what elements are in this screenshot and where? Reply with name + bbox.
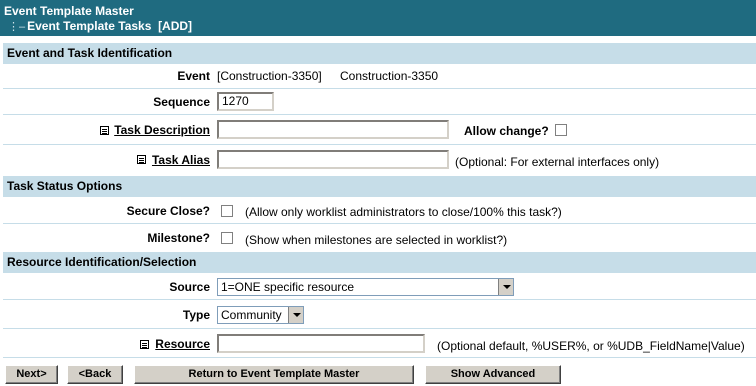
task-description-link[interactable]: Task Description <box>114 123 210 137</box>
chevron-down-icon[interactable] <box>288 307 303 323</box>
return-to-master-button[interactable]: Return to Event Template Master <box>134 365 414 384</box>
next-button[interactable]: Next> <box>5 365 58 384</box>
event-label: Event <box>177 69 210 83</box>
page-subtitle: ⋮– Event Template Tasks [ADD] <box>8 19 192 33</box>
tree-connector-icon: ⋮– <box>8 21 26 33</box>
section-header-identification: Event and Task Identification <box>3 42 756 63</box>
list-lookup-icon[interactable] <box>100 126 109 135</box>
page-title: Event Template Master <box>4 4 134 18</box>
event-name: Construction-3350 <box>340 69 439 83</box>
sequence-input[interactable]: 1270 <box>217 92 274 111</box>
section-header-resource: Resource Identification/Selection <box>3 251 756 272</box>
type-label: Type <box>182 308 210 322</box>
resource-input[interactable] <box>217 334 425 353</box>
secure-close-note: (Allow only worklist administrators to c… <box>245 205 562 219</box>
task-description-input[interactable] <box>217 120 449 139</box>
sequence-row: Sequence 1270 <box>3 88 756 114</box>
type-select[interactable]: Community <box>217 306 304 324</box>
resource-row: Resource (Optional default, %USER%, or %… <box>3 328 756 358</box>
source-selected-value: 1=ONE specific resource <box>221 280 355 294</box>
type-row: Type Community <box>3 299 756 328</box>
secure-close-row: Secure Close? (Allow only worklist admin… <box>3 196 756 223</box>
secure-close-label: Secure Close? <box>126 204 210 218</box>
resource-link[interactable]: Resource <box>155 337 210 351</box>
task-alias-input[interactable] <box>217 150 449 169</box>
sequence-label: Sequence <box>153 95 210 109</box>
chevron-down-icon[interactable] <box>498 279 513 295</box>
source-select[interactable]: 1=ONE specific resource <box>217 278 514 296</box>
milestone-label: Milestone? <box>147 231 210 245</box>
event-code: [Construction-3350] <box>217 69 322 83</box>
type-selected-value: Community <box>221 308 282 322</box>
milestone-checkbox[interactable] <box>221 232 233 244</box>
list-lookup-icon[interactable] <box>137 155 146 164</box>
milestone-note: (Show when milestones are selected in wo… <box>245 233 508 247</box>
resource-note: (Optional default, %USER%, or %UDB_Field… <box>437 339 745 353</box>
list-lookup-icon[interactable] <box>140 340 149 349</box>
allow-change-label: Allow change? <box>464 124 549 138</box>
task-alias-note: (Optional: For external interfaces only) <box>455 155 660 169</box>
milestone-row: Milestone? (Show when milestones are sel… <box>3 223 756 251</box>
source-row: Source 1=ONE specific resource <box>3 272 756 299</box>
event-row: Event [Construction-3350] Construction-3… <box>3 63 756 88</box>
task-alias-row: Task Alias (Optional: For external inter… <box>3 144 756 174</box>
page-subtitle-text: Event Template Tasks [ADD] <box>27 19 193 33</box>
section-header-status: Task Status Options <box>3 175 756 196</box>
source-label: Source <box>169 280 210 294</box>
secure-close-checkbox[interactable] <box>221 205 233 217</box>
task-description-row: Task Description Allow change? <box>3 114 756 144</box>
task-alias-link[interactable]: Task Alias <box>152 153 210 167</box>
allow-change-checkbox[interactable] <box>555 124 567 136</box>
page-header: Event Template Master ⋮– Event Template T… <box>0 0 756 36</box>
back-button[interactable]: <Back <box>67 365 123 384</box>
show-advanced-button[interactable]: Show Advanced <box>425 365 561 384</box>
